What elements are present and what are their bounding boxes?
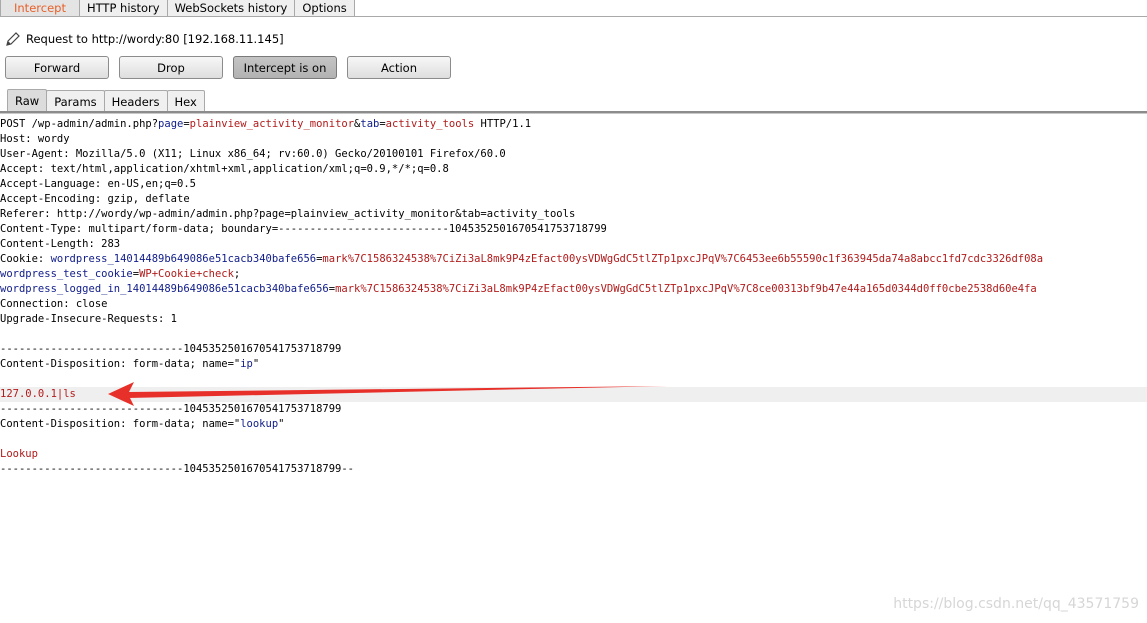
request-line: Connection: close [0,297,1147,312]
tab-headers[interactable]: Headers [103,90,168,112]
tab-intercept[interactable]: Intercept [0,0,80,16]
editor-divider-shadow [0,113,1147,114]
action-button[interactable]: Action [347,56,451,79]
request-token: wordpress_logged_in_14014489b649086e51ca… [0,283,329,295]
request-token: " [252,358,260,370]
pencil-icon [5,31,21,47]
request-line [0,432,1147,447]
request-token: Accept-Encoding: gzip, deflate [0,193,190,205]
request-line: Upgrade-Insecure-Requests: 1 [0,312,1147,327]
request-line: Cookie: wordpress_14014489b649086e51cacb… [0,252,1147,267]
request-token: " [278,418,285,430]
intercept-header: Request to http://wordy:80 [192.168.11.1… [0,18,1147,112]
request-token: ; [233,268,241,280]
tab-raw[interactable]: Raw [7,89,48,112]
request-target-label: Request to http://wordy:80 [192.168.11.1… [26,32,284,46]
request-token: Content-Type: multipart/form-data; bound… [0,223,607,235]
request-token: wordpress_test_cookie [0,268,133,280]
raw-request-editor[interactable]: POST /wp-admin/admin.php?page=plainview_… [0,117,1147,623]
request-token: Content-Disposition: form-data; name=" [0,358,241,370]
request-line: Content-Disposition: form-data; name="ip… [0,357,1147,372]
request-token: Accept-Language: en-US,en;q=0.5 [0,178,196,190]
message-view-tabs: Raw Params Headers Hex [7,89,205,112]
request-token: Connection: close [0,298,108,310]
request-token: wordpress_14014489b649086e51cacb340bafe6… [50,253,317,265]
request-token: Lookup [0,448,38,460]
request-line: -----------------------------10453525016… [0,462,1147,477]
request-line: Host: wordy [0,132,1147,147]
request-token: -----------------------------10453525016… [0,343,342,355]
request-token: mark%7C1586324538%7CiZi3aL8mk9P4zEfact00… [335,283,1037,295]
request-token: Cookie: [0,253,51,265]
request-token: User-Agent: Mozilla/5.0 (X11; Linux x86_… [0,148,506,160]
tab-options[interactable]: Options [294,0,355,16]
request-line: POST /wp-admin/admin.php?page=plainview_… [0,117,1147,132]
request-line [0,372,1147,387]
request-token: mark%7C1586324538%7CiZi3aL8mk9P4zEfact00… [322,253,1044,265]
drop-button[interactable]: Drop [119,56,223,79]
request-line: -----------------------------10453525016… [0,342,1147,357]
request-line: User-Agent: Mozilla/5.0 (X11; Linux x86_… [0,147,1147,162]
intercept-toggle-button[interactable]: Intercept is on [233,56,337,79]
request-token: Upgrade-Insecure-Requests: 1 [0,313,178,325]
request-line: Lookup [0,447,1147,462]
request-line: wordpress_logged_in_14014489b649086e51ca… [0,282,1147,297]
request-token: -----------------------------10453525016… [0,403,342,415]
request-line [0,327,1147,342]
request-token: Content-Length: 283 [0,238,121,250]
request-token: Referer: http://wordy/wp-admin/admin.php… [0,208,576,220]
request-line: Accept-Encoding: gzip, deflate [0,192,1147,207]
request-token: WP+Cookie+check [139,268,234,280]
tab-params[interactable]: Params [46,90,105,112]
tab-hex[interactable]: Hex [166,90,205,112]
request-token: Accept: text/html,application/xhtml+xml,… [0,163,449,175]
request-token: 127.0.0.1|ls [0,388,76,400]
request-token: Content-Disposition: form-data; name=" [0,418,241,430]
request-token: Host: wordy [0,133,70,145]
watermark: https://blog.csdn.net/qq_43571759 [893,596,1139,612]
main-tab-bar: Intercept HTTP history WebSockets histor… [0,0,1147,17]
request-line: -----------------------------10453525016… [0,402,1147,417]
request-token: POST /wp-admin/admin.php? [0,118,159,130]
request-token: -----------------------------10453525016… [0,463,355,475]
request-token: HTTP/1.1 [474,118,532,130]
request-line: Referer: http://wordy/wp-admin/admin.php… [0,207,1147,222]
request-line: Content-Type: multipart/form-data; bound… [0,222,1147,237]
tab-websockets-history[interactable]: WebSockets history [166,0,296,16]
request-token: lookup [240,418,279,430]
request-line: wordpress_test_cookie=WP+Cookie+check; [0,267,1147,282]
request-token: plainview_activity_monitor [189,118,355,130]
request-token: page [158,118,184,130]
intercept-toolbar: Forward Drop Intercept is on Action [5,56,451,79]
request-token: activity_tools [385,118,475,130]
request-token: tab [360,118,380,130]
request-line: Content-Length: 283 [0,237,1147,252]
request-line: Accept-Language: en-US,en;q=0.5 [0,177,1147,192]
request-line: Content-Disposition: form-data; name="lo… [0,417,1147,432]
forward-button[interactable]: Forward [5,56,109,79]
request-line: 127.0.0.1|ls [0,387,1147,402]
request-token: ip [240,358,253,370]
request-info: Request to http://wordy:80 [192.168.11.1… [5,30,284,48]
tab-http-history[interactable]: HTTP history [78,0,168,16]
request-line: Accept: text/html,application/xhtml+xml,… [0,162,1147,177]
